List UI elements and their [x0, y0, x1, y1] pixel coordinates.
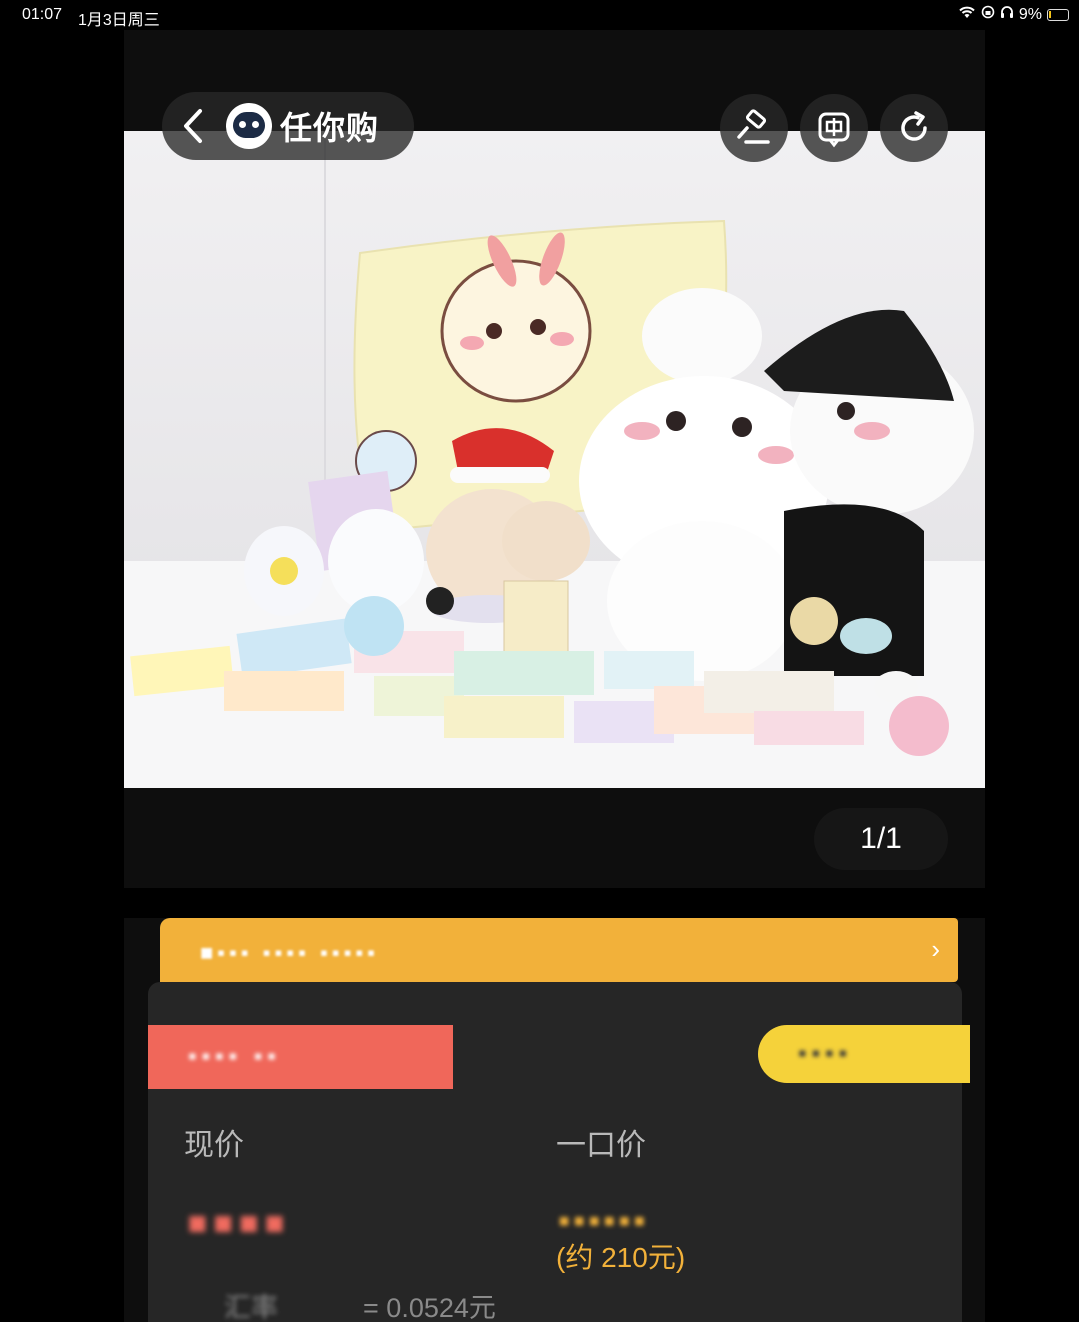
- headphones-icon: [1000, 5, 1014, 24]
- orientation-lock-icon: [981, 5, 995, 24]
- brand-logo-icon: [226, 103, 272, 149]
- wifi-icon: [958, 5, 976, 24]
- app-screen: 任你购 1/1 ■▪▪▪ ▪▪▪▪ ▪▪▪▪▪ › ▪▪▪▪ ▪▪ ▪▪▪▪ 现…: [124, 30, 985, 1322]
- status-bar: 01:07 1月3日周三 9%: [0, 0, 1079, 30]
- chinese-translate-icon[interactable]: [800, 94, 868, 162]
- current-price-value: ▪▪▪▪: [186, 1186, 289, 1258]
- exchange-rate: 汇率 = 0.0524元: [224, 1286, 496, 1322]
- status-tag-yellow-text: ▪▪▪▪: [798, 1040, 853, 1067]
- exchange-rate-label: 汇率: [224, 1293, 278, 1322]
- status-indicators: 9%: [958, 5, 1069, 24]
- nav-pill: 任你购: [162, 92, 414, 160]
- chevron-right-icon: ›: [931, 934, 940, 964]
- status-date: 1月3日周三: [78, 12, 160, 29]
- plush-collection-illustration: [130, 219, 974, 756]
- exchange-rate-value: = 0.0524元: [363, 1293, 496, 1322]
- status-time: 01:07: [22, 6, 63, 23]
- battery-percent: 9%: [1018, 5, 1042, 23]
- status-tag-red-text: ▪▪▪▪ ▪▪: [188, 1043, 281, 1070]
- battery-icon: [1047, 8, 1069, 21]
- buyout-price-label: 一口价: [556, 1129, 646, 1162]
- promo-banner[interactable]: ■▪▪▪ ▪▪▪▪ ▪▪▪▪▪ ›: [160, 918, 958, 982]
- status-tag-red: ▪▪▪▪ ▪▪: [148, 1025, 453, 1089]
- product-photo[interactable]: [124, 131, 985, 788]
- status-tag-yellow[interactable]: ▪▪▪▪: [758, 1025, 970, 1083]
- refresh-icon[interactable]: [880, 94, 948, 162]
- promo-banner-text: ■▪▪▪ ▪▪▪▪ ▪▪▪▪▪: [200, 940, 380, 965]
- auction-gavel-icon[interactable]: [720, 94, 788, 162]
- brand-name: 任你购: [280, 110, 380, 146]
- current-price-label: 现价: [184, 1129, 244, 1162]
- section-divider: [124, 888, 985, 918]
- buyout-price-approx: (约 210元): [556, 1242, 686, 1273]
- back-icon[interactable]: [162, 92, 226, 160]
- image-counter: 1/1: [814, 808, 948, 870]
